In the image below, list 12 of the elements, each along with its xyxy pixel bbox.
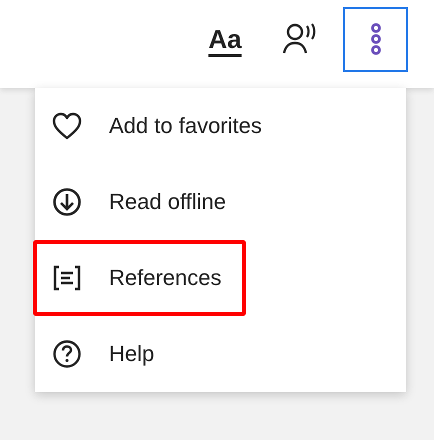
bracketed-lines-icon xyxy=(52,263,82,293)
menu-item[interactable]: Read offline xyxy=(33,164,250,240)
person-speaking-icon xyxy=(282,22,318,56)
menu-item[interactable]: References xyxy=(33,240,246,316)
menu-item[interactable]: Add to favorites xyxy=(33,88,286,164)
help-icon xyxy=(52,339,82,369)
download-icon xyxy=(52,187,82,217)
text-size-button[interactable]: Aa xyxy=(193,6,257,72)
menu-item[interactable]: Help xyxy=(33,316,178,392)
more-icon xyxy=(370,22,382,56)
heart-icon xyxy=(52,111,82,141)
more-button[interactable] xyxy=(343,6,408,72)
